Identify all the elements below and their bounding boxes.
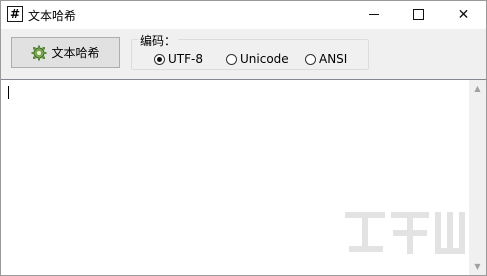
text-input-area[interactable]: ▲ ▼: [1, 79, 486, 275]
radio-label: UTF-8: [168, 52, 203, 66]
radio-button[interactable]: [154, 53, 165, 65]
minimize-icon: [368, 14, 379, 15]
watermark-logo: [345, 212, 465, 254]
encoding-radio-ansi[interactable]: ANSI: [305, 52, 347, 66]
radio-button[interactable]: [305, 53, 316, 65]
encoding-radio-unicode[interactable]: Unicode: [226, 52, 289, 66]
maximize-button[interactable]: [396, 1, 441, 29]
close-button[interactable]: ✕: [441, 1, 486, 29]
hash-button-label: 文本哈希: [51, 46, 100, 60]
radio-label: Unicode: [240, 52, 289, 66]
hash-icon: #: [7, 6, 23, 22]
toolbar: 文本哈希 编码： UTF-8 Unicode ANSI: [1, 29, 486, 79]
minimize-button[interactable]: [351, 1, 396, 29]
encoding-radio-utf8[interactable]: UTF-8: [154, 52, 203, 66]
radio-button[interactable]: [226, 53, 237, 65]
gear-icon: [31, 45, 47, 60]
window-title: 文本哈希: [28, 9, 77, 23]
close-icon: ✕: [457, 7, 470, 23]
radio-label: ANSI: [319, 52, 348, 66]
encoding-label: 编码：: [138, 32, 179, 49]
app-window: # 文本哈希 ✕ 文本哈希 编码： UTF-8 Unicode ANSI ▲ ▼: [0, 0, 487, 276]
hash-text-button[interactable]: 文本哈希: [11, 37, 120, 68]
maximize-icon: [413, 9, 424, 20]
scroll-up-arrow-icon[interactable]: ▲: [469, 80, 486, 97]
title-bar[interactable]: # 文本哈希 ✕: [1, 1, 486, 29]
text-caret: [8, 86, 9, 99]
